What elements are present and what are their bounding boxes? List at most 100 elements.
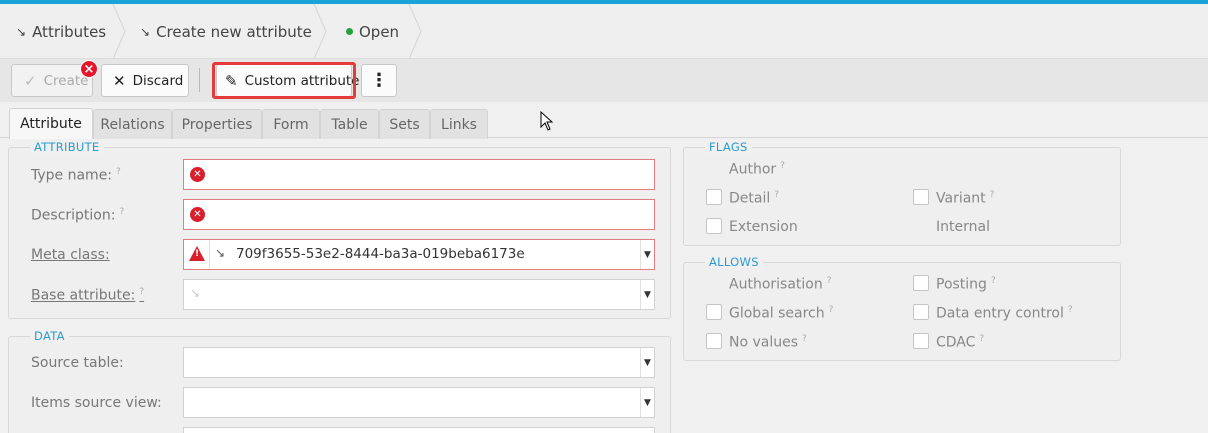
description-label: Description:? — [31, 207, 124, 224]
error-icon: ✕ — [190, 207, 205, 222]
variant-checkbox[interactable] — [913, 189, 929, 205]
error-icon: ✕ — [190, 167, 205, 182]
help-icon[interactable]: ? — [991, 276, 996, 286]
help-icon[interactable]: ? — [780, 161, 785, 171]
tab-relations[interactable]: Relations — [93, 109, 172, 139]
discard-button-label: Discard — [132, 72, 184, 89]
items-source-view-select[interactable]: ▼ — [183, 387, 655, 418]
help-icon[interactable]: ? — [802, 334, 807, 344]
breadcrumb-status[interactable]: Open — [346, 4, 399, 59]
help-icon[interactable]: ? — [979, 334, 984, 344]
attribute-section-legend: ATTRIBUTE — [30, 140, 104, 154]
highlight-box — [212, 62, 356, 99]
meta-class-label[interactable]: Meta class: — [31, 247, 110, 263]
author-label-text: Author — [729, 161, 777, 178]
status-dot-icon — [346, 28, 353, 35]
tab-attribute[interactable]: Attribute — [9, 108, 93, 139]
tab-label: Relations — [100, 116, 165, 133]
chevron-down-icon[interactable]: ▼ — [640, 240, 654, 269]
posting-label-text: Posting — [936, 276, 987, 293]
help-icon[interactable]: ? — [829, 305, 834, 315]
tab-sets[interactable]: Sets — [379, 109, 430, 139]
items-source-view-label: Items source view: — [31, 395, 162, 411]
authorisation-label: Authorisation? — [729, 276, 832, 293]
toolbar: ✓ Create ✕ Discard ✎ Custom attribute ⋮ — [0, 59, 1208, 102]
cdac-label-text: CDAC — [936, 334, 976, 351]
attribute-icon: ↘ — [215, 246, 226, 260]
breadcrumb-label: Open — [359, 22, 400, 41]
chevron-down-icon[interactable]: ▼ — [640, 280, 654, 309]
tab-bar: Attribute Relations Properties Form Tabl… — [0, 102, 1208, 139]
tab-label: Properties — [181, 116, 253, 133]
extension-checkbox[interactable] — [706, 218, 722, 234]
chevron-down-icon[interactable]: ▼ — [640, 348, 654, 377]
breadcrumb-create-new-attribute[interactable]: ↘ Create new attribute — [140, 4, 312, 59]
tab-label: Table — [331, 116, 368, 133]
attribute-icon: ↘ — [140, 24, 151, 39]
variant-label-text: Variant — [936, 190, 986, 207]
type-name-label: Type name:? — [31, 167, 121, 184]
internal-label: Internal — [936, 219, 990, 235]
variant-label: Variant? — [936, 190, 994, 207]
description-input[interactable]: ✕ — [183, 199, 655, 230]
cdac-checkbox[interactable] — [913, 333, 929, 349]
attribute-icon: ↘ — [16, 24, 27, 39]
chevron-down-icon[interactable]: ▼ — [640, 388, 654, 417]
attribute-icon: ↘ — [190, 286, 201, 300]
more-vertical-icon: ⋮ — [370, 70, 388, 91]
warning-icon: ! — [189, 246, 205, 261]
close-icon: ✕ — [113, 71, 126, 90]
help-icon[interactable]: ? — [116, 167, 121, 177]
detail-checkbox[interactable] — [706, 189, 722, 205]
help-icon[interactable]: ? — [827, 276, 832, 286]
description-label-text: Description: — [31, 207, 116, 224]
global-search-label-text: Global search — [729, 305, 825, 322]
tab-links[interactable]: Links — [430, 109, 488, 139]
posting-label: Posting? — [936, 276, 996, 293]
base-attribute-label: Base attribute:? — [31, 287, 144, 304]
no-values-checkbox[interactable] — [706, 333, 722, 349]
mouse-cursor-icon — [540, 111, 554, 131]
help-icon[interactable]: ? — [119, 207, 124, 217]
breadcrumb-label: Attributes — [32, 22, 107, 41]
help-icon[interactable]: ? — [139, 287, 144, 297]
error-badge-icon: × — [80, 60, 98, 78]
breadcrumb-label: Create new attribute — [156, 22, 312, 41]
data-entry-control-checkbox[interactable] — [913, 304, 929, 320]
breadcrumb-attributes[interactable]: ↘ Attributes — [16, 4, 106, 59]
tab-label: Links — [441, 116, 477, 133]
no-values-label-text: No values — [729, 334, 799, 351]
check-icon: ✓ — [24, 71, 37, 90]
help-icon[interactable]: ? — [990, 190, 995, 200]
data-entry-control-label-text: Data entry control — [936, 305, 1064, 322]
extension-label: Extension — [729, 219, 798, 235]
breadcrumb-separator-icon — [313, 4, 327, 59]
type-name-input[interactable]: ✕ — [183, 159, 655, 190]
tab-form[interactable]: Form — [262, 109, 320, 139]
field-divider — [209, 240, 210, 269]
next-field-partial[interactable] — [183, 427, 655, 433]
help-icon[interactable]: ? — [774, 190, 779, 200]
breadcrumb-separator-icon — [112, 4, 126, 59]
posting-checkbox[interactable] — [913, 275, 929, 291]
meta-class-select[interactable]: ! ↘ 709f3655-53e2-8444-ba3a-019beba6173e… — [183, 239, 655, 270]
base-attribute-select[interactable]: ↘ ▼ — [183, 279, 655, 310]
tab-label: Attribute — [20, 116, 82, 132]
tab-properties[interactable]: Properties — [172, 109, 262, 139]
tab-table[interactable]: Table — [320, 109, 379, 139]
tab-label: Sets — [389, 116, 420, 133]
help-icon[interactable]: ? — [1068, 305, 1073, 315]
meta-class-value: 709f3655-53e2-8444-ba3a-019beba6173e — [236, 246, 525, 262]
source-table-select[interactable]: ▼ — [183, 347, 655, 378]
toolbar-divider — [199, 68, 200, 92]
type-name-label-text: Type name: — [31, 167, 113, 184]
global-search-checkbox[interactable] — [706, 304, 722, 320]
cdac-label: CDAC? — [936, 334, 984, 351]
breadcrumb-separator-icon — [408, 4, 422, 59]
no-values-label: No values? — [729, 334, 807, 351]
base-attribute-label-text[interactable]: Base attribute: — [31, 288, 135, 304]
data-section-legend: DATA — [30, 329, 69, 343]
authorisation-label-text: Authorisation — [729, 276, 823, 293]
discard-button[interactable]: ✕ Discard — [101, 64, 189, 97]
more-options-button[interactable]: ⋮ — [361, 64, 397, 97]
